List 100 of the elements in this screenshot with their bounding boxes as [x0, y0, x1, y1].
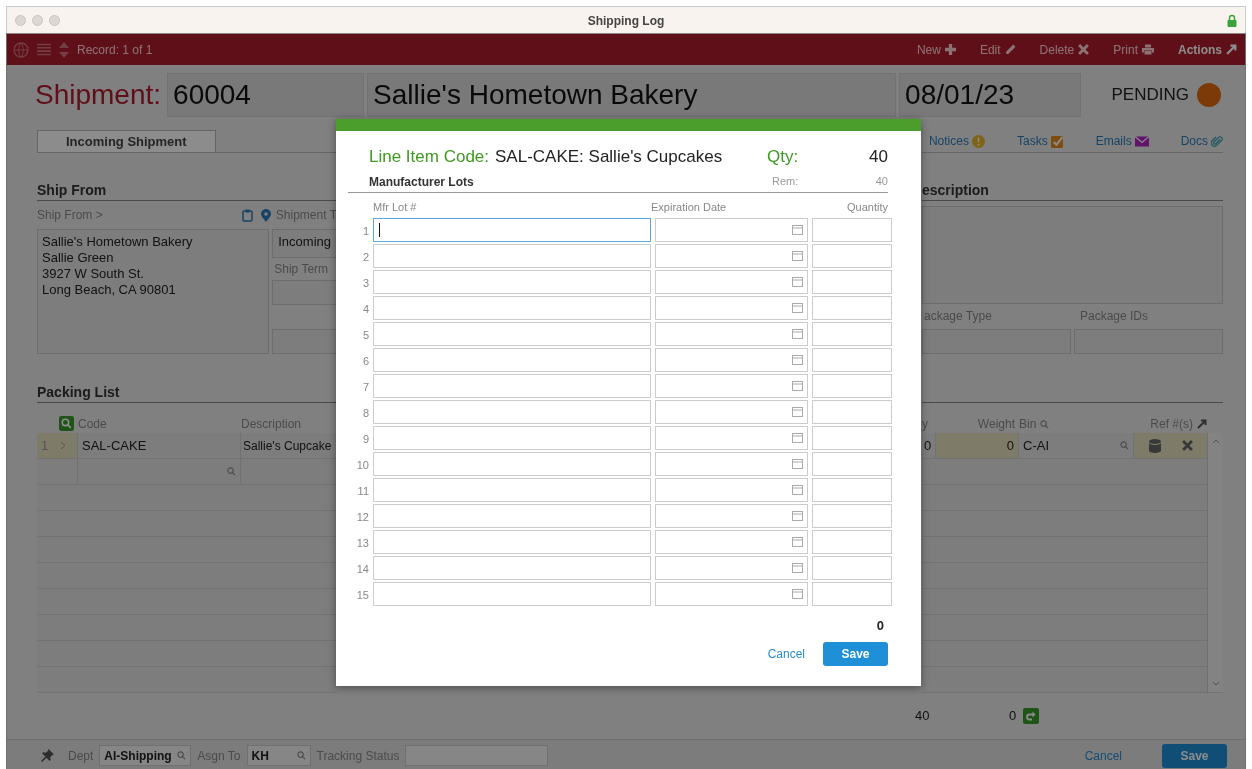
- search-icon[interactable]: [1040, 419, 1050, 429]
- tab[interactable]: Incoming Shipment: [37, 130, 216, 152]
- date-field[interactable]: [655, 244, 808, 268]
- quantity-field[interactable]: [812, 400, 892, 424]
- menu-icon[interactable]: [37, 43, 51, 56]
- lot-number-field[interactable]: [373, 322, 651, 346]
- ship-terms-field[interactable]: [272, 280, 337, 305]
- text-field[interactable]: [272, 329, 337, 354]
- lot-number-field[interactable]: [373, 452, 651, 476]
- date-field[interactable]: [655, 530, 808, 554]
- calendar-icon[interactable]: [792, 407, 803, 417]
- close-window-button[interactable]: [15, 15, 26, 26]
- lot-number-field[interactable]: [373, 400, 651, 424]
- quantity-field[interactable]: [812, 530, 892, 554]
- calendar-icon[interactable]: [792, 303, 803, 313]
- quantity-field[interactable]: [812, 296, 892, 320]
- calendar-icon[interactable]: [792, 537, 803, 547]
- search-icon[interactable]: [177, 751, 187, 760]
- tab-link[interactable]: Docs: [1180, 134, 1223, 148]
- quantity-field[interactable]: [812, 426, 892, 450]
- company-name-field[interactable]: Sallie's Hometown Bakery: [367, 73, 897, 117]
- date-field[interactable]: [655, 400, 808, 424]
- quantity-field[interactable]: [812, 348, 892, 372]
- quantity-field[interactable]: [812, 244, 892, 268]
- globe-icon[interactable]: [13, 41, 29, 58]
- calendar-icon[interactable]: [792, 485, 803, 495]
- lot-number-field[interactable]: [373, 504, 651, 528]
- search-icon[interactable]: [296, 751, 306, 760]
- date-field[interactable]: [655, 270, 808, 294]
- scroll-down-icon[interactable]: [1211, 681, 1220, 686]
- database-icon[interactable]: [1148, 438, 1161, 453]
- arrow-icon[interactable]: [1197, 419, 1207, 429]
- cancel-button[interactable]: Cancel: [1084, 748, 1122, 763]
- toolbar-button[interactable]: Actions: [1178, 42, 1237, 57]
- zoom-window-button[interactable]: [49, 15, 60, 26]
- date-field[interactable]: [655, 582, 808, 606]
- calendar-icon[interactable]: [792, 589, 803, 599]
- calendar-icon[interactable]: [792, 277, 803, 287]
- lot-number-field[interactable]: [373, 374, 651, 398]
- save-button[interactable]: Save: [823, 642, 888, 666]
- calendar-icon[interactable]: [792, 225, 803, 235]
- date-field[interactable]: [655, 426, 808, 450]
- scroll-up-icon[interactable]: [1211, 439, 1220, 444]
- quantity-field[interactable]: [812, 270, 892, 294]
- redo-icon[interactable]: [1023, 707, 1040, 724]
- tab-link[interactable]: Tasks: [1016, 134, 1064, 148]
- calendar-icon[interactable]: [792, 511, 803, 521]
- lot-number-field[interactable]: [373, 426, 651, 450]
- shipment-type-field[interactable]: Incoming: [272, 229, 337, 258]
- calendar-icon[interactable]: [792, 355, 803, 365]
- assign-field[interactable]: KH: [246, 745, 311, 766]
- quantity-field[interactable]: [812, 556, 892, 580]
- shipment-number-field[interactable]: 60004: [167, 73, 365, 117]
- tab-link[interactable]: Emails: [1095, 134, 1149, 148]
- quantity-field[interactable]: [812, 504, 892, 528]
- lot-number-field[interactable]: [373, 348, 651, 372]
- location-pin-icon[interactable]: [260, 208, 271, 222]
- date-field[interactable]: 08/01/23: [899, 73, 1082, 117]
- date-field[interactable]: [655, 296, 808, 320]
- lot-number-field[interactable]: [373, 270, 651, 294]
- calendar-icon[interactable]: [792, 563, 803, 573]
- quantity-field[interactable]: [812, 322, 892, 346]
- lot-number-field[interactable]: [373, 296, 651, 320]
- lot-number-field[interactable]: [373, 556, 651, 580]
- quantity-field[interactable]: [812, 218, 892, 242]
- date-field[interactable]: [655, 478, 808, 502]
- calendar-icon[interactable]: [792, 459, 803, 469]
- package-type-field[interactable]: [922, 329, 1071, 354]
- date-field[interactable]: [655, 218, 808, 242]
- lot-number-field[interactable]: [373, 478, 651, 502]
- lot-number-field[interactable]: [373, 582, 651, 606]
- search-icon[interactable]: [227, 467, 236, 476]
- date-field[interactable]: [655, 348, 808, 372]
- lot-number-field[interactable]: [373, 218, 651, 242]
- dept-field[interactable]: AI-Shipping: [99, 745, 192, 766]
- calendar-icon[interactable]: [792, 433, 803, 443]
- search-icon[interactable]: [59, 416, 74, 431]
- quantity-field[interactable]: [812, 452, 892, 476]
- date-field[interactable]: [655, 556, 808, 580]
- date-field[interactable]: [655, 504, 808, 528]
- minimize-window-button[interactable]: [32, 15, 43, 26]
- chevron-icon[interactable]: [60, 441, 67, 450]
- save-button[interactable]: Save: [1162, 743, 1227, 768]
- description-field[interactable]: [922, 206, 1223, 304]
- calendar-icon[interactable]: [792, 329, 803, 339]
- address-field[interactable]: Sallie's Hometown Bakery Sallie Green 3927 W South St. Long Beach, CA 90801: [37, 229, 270, 354]
- calendar-icon[interactable]: [792, 251, 803, 261]
- search-icon[interactable]: [1120, 441, 1129, 450]
- quantity-field[interactable]: [812, 582, 892, 606]
- sort-arrows-icon[interactable]: [59, 41, 69, 58]
- date-field[interactable]: [655, 374, 808, 398]
- tab-link[interactable]: Notices: [928, 134, 985, 148]
- pin-icon[interactable]: [41, 749, 54, 762]
- quantity-field[interactable]: [812, 478, 892, 502]
- quantity-field[interactable]: [812, 374, 892, 398]
- cancel-button[interactable]: Cancel: [767, 647, 805, 661]
- date-field[interactable]: [655, 452, 808, 476]
- calendar-icon[interactable]: [792, 381, 803, 391]
- clipboard-icon[interactable]: [241, 208, 253, 222]
- delete-icon[interactable]: [1181, 440, 1193, 451]
